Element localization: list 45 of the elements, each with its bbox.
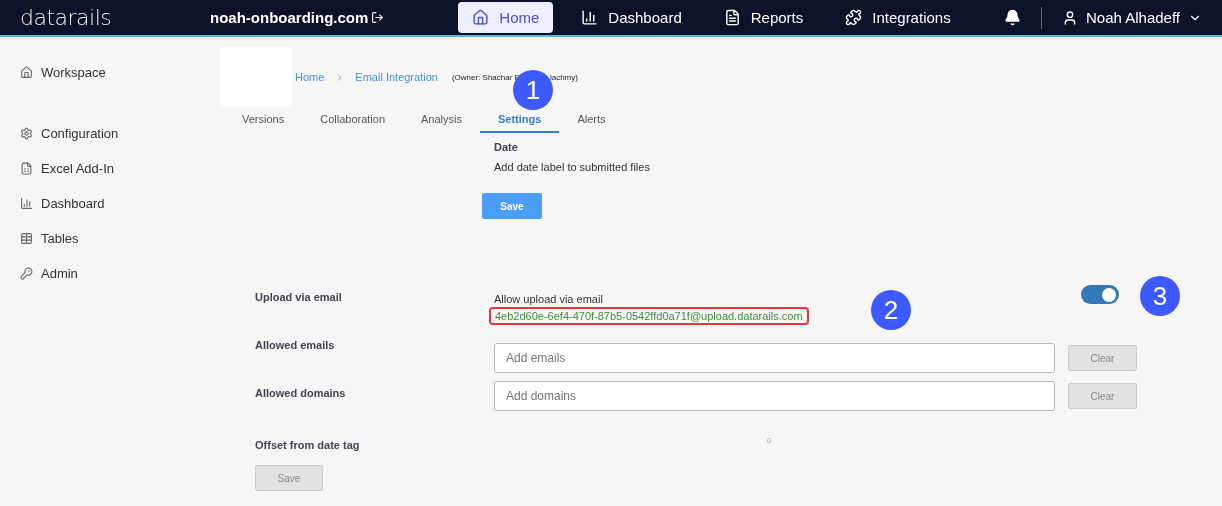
owner-text: lachmy) [549,72,578,82]
input-field[interactable]: Add emails [494,343,1055,373]
bar-chart-icon [20,197,33,210]
sidebar-item[interactable]: Workspace [20,55,200,90]
user-icon [1062,9,1078,26]
sidebar-item[interactable]: Dashboard [20,186,200,221]
exit-icon[interactable] [371,11,385,24]
nav-tab[interactable]: Reports [709,2,818,33]
puzzle-icon [845,9,863,26]
input-field[interactable]: Add domains [494,381,1055,411]
user-menu[interactable]: Noah Alhadeff [1041,6,1202,29]
key-icon [20,267,33,280]
bell-icon[interactable] [1004,9,1021,26]
tab[interactable]: Collaboration [302,113,404,133]
home-icon [472,9,490,26]
nav-tab[interactable]: Dashboard [567,2,696,33]
section-description: Add date label to submitted files [494,161,651,173]
field-label: Offset from date tag [255,438,361,451]
step-marker: 3 [1140,276,1180,316]
nav-tab[interactable]: Home [458,2,554,33]
home-icon [20,66,33,79]
field-label: Allowed domains [255,386,347,399]
gear-icon [20,127,33,140]
upload-caption: Allow upload via email [494,293,604,305]
tab[interactable]: Alerts [559,113,624,133]
document-icon [723,9,741,26]
sidebar-item[interactable]: Configuration [20,116,200,151]
section-title: Date [494,141,519,153]
toggle-switch[interactable] [1081,285,1119,304]
sidebar-item[interactable]: Admin [20,256,200,291]
tab[interactable]: Versions [224,113,303,133]
email-address: 4eb2d60e-6ef4-470f-87b5-0542ffd0a71f@upload.datarails.com [489,307,809,325]
workspace-name[interactable]: noah-onboarding.com [210,9,385,26]
tab[interactable]: Analysis [403,113,480,133]
bar-chart-icon [581,9,599,26]
nav-tab[interactable]: Integrations [831,2,965,33]
field-label: Upload via email [255,290,343,303]
tab[interactable]: Settings [480,113,560,133]
table-icon [20,232,33,245]
field-label: Allowed emails [255,338,336,351]
step-marker: 2 [871,290,911,330]
sidebar-item[interactable]: Excel Add-In [20,151,200,186]
logo[interactable]: datarails [20,5,210,30]
spreadsheet-icon [20,162,33,175]
sidebar-item[interactable]: Tables [20,221,200,256]
